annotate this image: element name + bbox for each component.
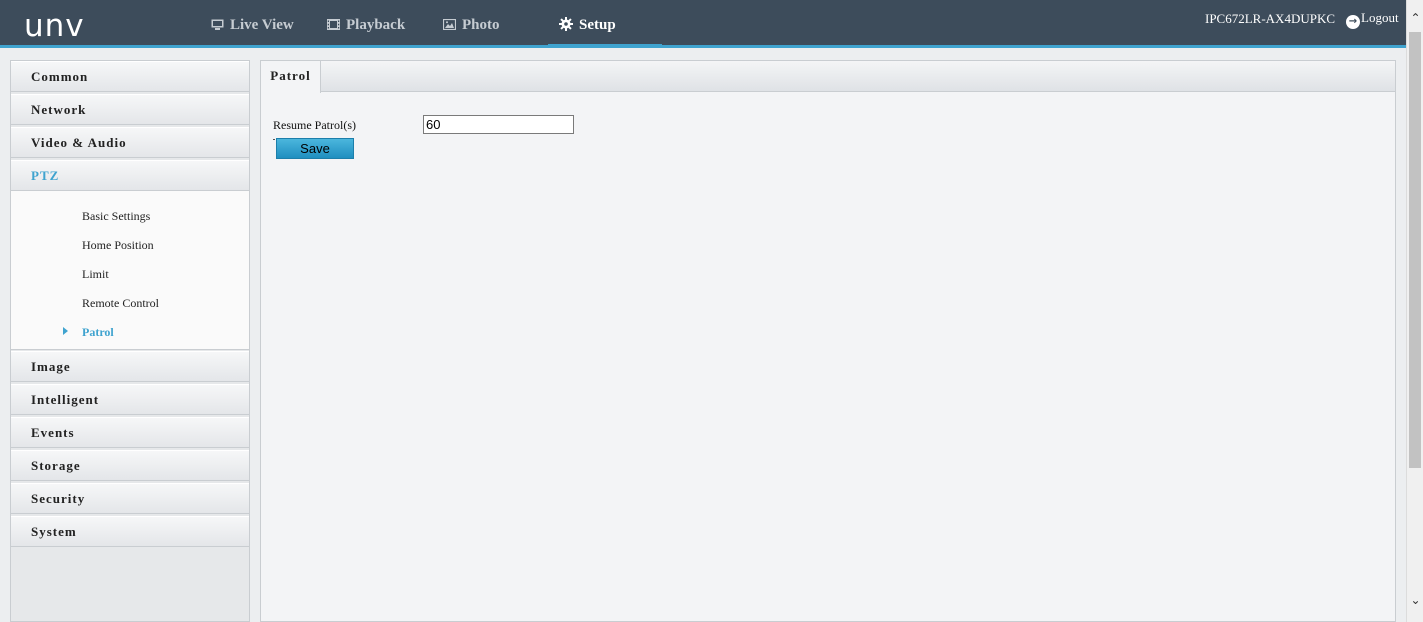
submenu-item-patrol[interactable]: Patrol [82, 325, 114, 340]
submenu-item-home-position[interactable]: Home Position [82, 238, 154, 253]
resume-patrol-input[interactable] [423, 115, 574, 134]
sidebar-item-events[interactable]: Events [11, 417, 249, 448]
sidebar-item-ptz[interactable]: PTZ [11, 160, 249, 191]
nav-setup[interactable]: Setup [559, 0, 616, 48]
submenu-item-basic-settings[interactable]: Basic Settings [82, 209, 150, 224]
divider-dot [273, 139, 275, 140]
sidebar: Common Network Video & Audio PTZ Basic S… [10, 60, 250, 622]
brand-logo: unv [24, 8, 85, 44]
tab-patrol[interactable]: Patrol [261, 61, 321, 93]
resume-patrol-label: Resume Patrol(s) [273, 118, 356, 132]
sidebar-item-system[interactable]: System [11, 516, 249, 547]
monitor-icon [211, 19, 224, 30]
content-panel: Patrol Resume Patrol(s) Save [260, 60, 1396, 622]
sidebar-item-image[interactable]: Image [11, 351, 249, 382]
logout-label: Logout [1361, 10, 1399, 25]
device-name: IPC672LR-AX4DUPKC [1205, 11, 1336, 26]
sidebar-item-video-audio[interactable]: Video & Audio [11, 127, 249, 158]
tab-bar: Patrol [261, 61, 1395, 93]
save-button[interactable]: Save [276, 138, 354, 159]
sidebar-item-network[interactable]: Network [11, 94, 249, 125]
nav-photo-label: Photo [462, 17, 500, 33]
picture-icon [443, 19, 456, 30]
scrollbar-thumb[interactable] [1409, 32, 1421, 468]
submenu-item-limit[interactable]: Limit [82, 267, 109, 282]
chevron-down-icon[interactable]: ⌄ [1407, 592, 1423, 609]
page-scrollbar[interactable]: ⌃ ⌄ [1406, 0, 1423, 622]
nav-setup-label: Setup [579, 17, 616, 33]
submenu-item-remote-control[interactable]: Remote Control [82, 296, 159, 311]
sidebar-item-security[interactable]: Security [11, 483, 249, 514]
caret-right-icon [63, 327, 68, 335]
logout-icon: → [1346, 15, 1360, 29]
nav-live-view-label: Live View [230, 17, 294, 33]
nav-active-indicator [548, 44, 662, 48]
sidebar-item-intelligent[interactable]: Intelligent [11, 384, 249, 415]
logout-link[interactable]: → Logout [1346, 10, 1399, 29]
nav-live-view[interactable]: Live View [211, 0, 294, 48]
chevron-up-icon[interactable]: ⌃ [1407, 10, 1423, 27]
nav-playback-label: Playback [346, 17, 406, 33]
sidebar-item-storage[interactable]: Storage [11, 450, 249, 481]
film-icon [327, 19, 340, 30]
ptz-submenu: Basic Settings Home Position Limit Remot… [11, 191, 249, 350]
top-bar: unv Live View Playback Photo Setup IPC67… [0, 0, 1423, 48]
nav-playback[interactable]: Playback [327, 0, 405, 48]
gear-icon [559, 17, 573, 31]
nav-photo[interactable]: Photo [443, 0, 500, 48]
sidebar-item-common[interactable]: Common [11, 61, 249, 92]
